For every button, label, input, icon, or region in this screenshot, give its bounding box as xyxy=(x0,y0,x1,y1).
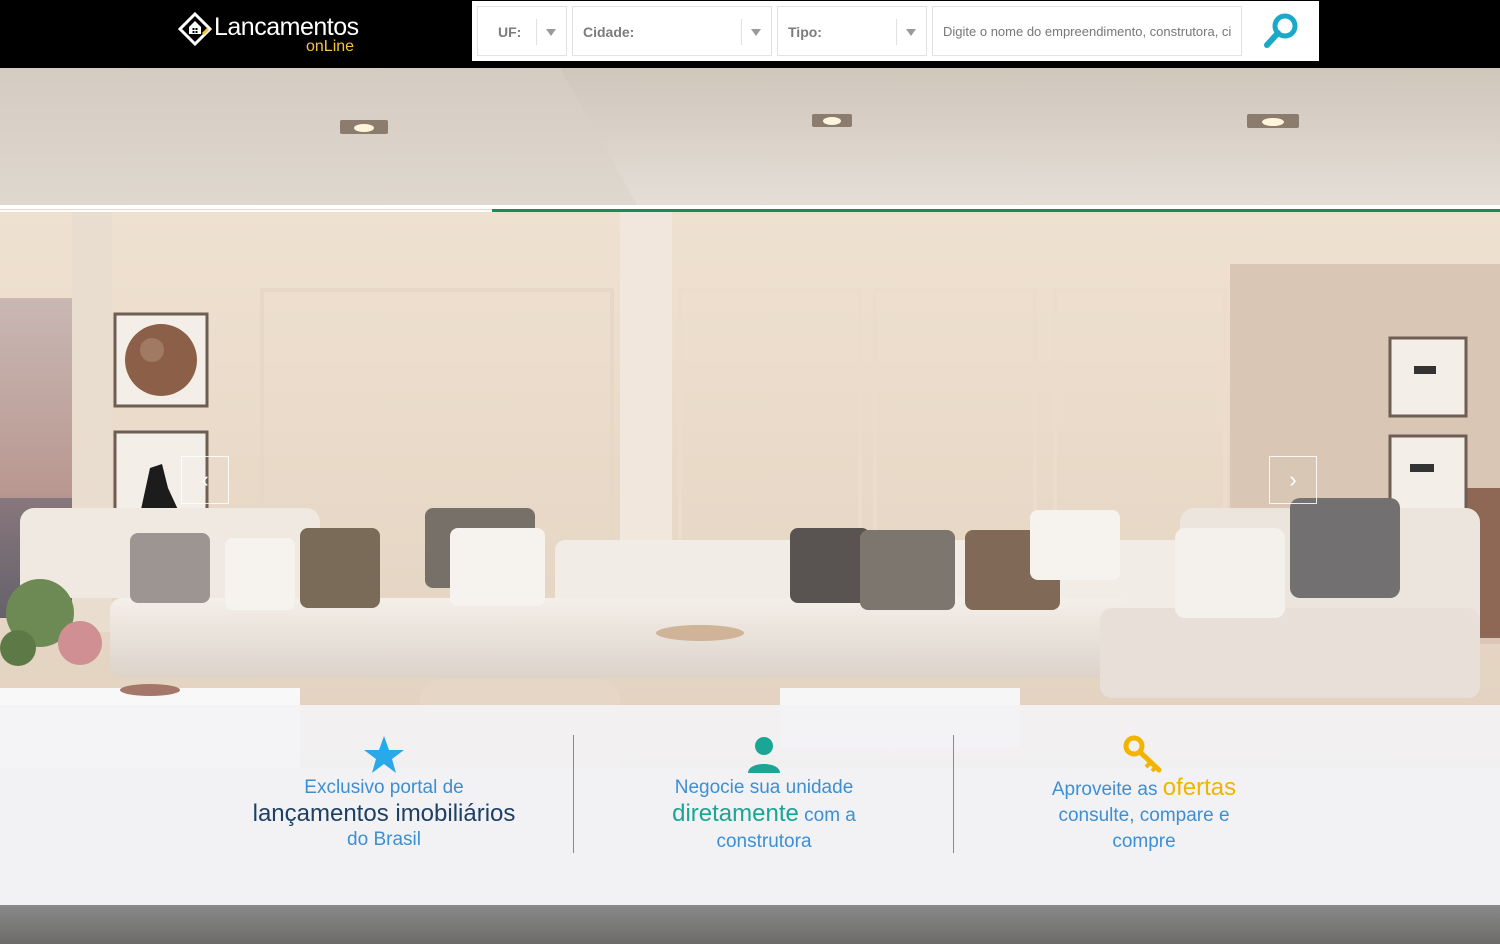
chevron-down-icon xyxy=(536,19,566,45)
feature-exclusive-line1: Exclusivo portal de xyxy=(304,777,464,798)
star-icon xyxy=(364,736,404,773)
hero-carousel: ‹ › Exclusivo portal de lançamentos imob… xyxy=(0,68,1500,905)
feature-exclusive-portal: Exclusivo portal de lançamentos imobiliá… xyxy=(194,705,574,905)
top-navbar: Lancamentos onLine UF: Cidade: Tipo: xyxy=(0,0,1500,68)
feature-offers-highlight: ofertas xyxy=(1162,774,1237,801)
next-section-edge xyxy=(0,905,1500,944)
search-icon xyxy=(1264,13,1298,48)
search-input[interactable] xyxy=(932,6,1242,56)
carousel-prev-button[interactable]: ‹ xyxy=(181,456,229,504)
search-button[interactable] xyxy=(1252,6,1312,56)
feature-exclusive-highlight: lançamentos imobiliários xyxy=(252,800,516,827)
features-band: Exclusivo portal de lançamentos imobiliá… xyxy=(0,705,1500,905)
feature-negotiate-line2: diretamente com a xyxy=(574,801,954,829)
carousel-next-button[interactable]: › xyxy=(1269,456,1317,504)
feature-negotiate: Negocie sua unidade diretamente com a co… xyxy=(574,705,954,905)
cidade-select-label: Cidade: xyxy=(583,24,635,40)
chevron-down-icon xyxy=(896,19,926,45)
chevron-down-icon xyxy=(741,19,771,45)
house-diamond-icon xyxy=(178,12,212,46)
search-bar: UF: Cidade: Tipo: xyxy=(472,1,1319,61)
feature-offers-text: Aproveite as ofertas consulte, compare e… xyxy=(954,775,1334,855)
tipo-select[interactable]: Tipo: xyxy=(777,6,927,56)
uf-select-label: UF: xyxy=(498,24,522,40)
feature-negotiate-after: com a xyxy=(798,805,856,826)
feature-exclusive-line3: do Brasil xyxy=(347,829,421,850)
feature-offers-line3: compre xyxy=(1112,831,1176,852)
feature-offers: Aproveite as ofertas consulte, compare e… xyxy=(954,705,1334,905)
key-icon xyxy=(1123,735,1162,773)
feature-negotiate-text: Negocie sua unidade diretamente com a co… xyxy=(574,775,954,855)
feature-offers-prefix: Aproveite as xyxy=(1051,779,1163,800)
user-icon xyxy=(748,737,780,773)
feature-negotiate-highlight: diretamente xyxy=(672,800,799,827)
tipo-select-label: Tipo: xyxy=(788,24,822,40)
feature-offers-line2: consulte, compare e xyxy=(1058,805,1230,826)
feature-negotiate-line3: construtora xyxy=(716,831,812,852)
cidade-select[interactable]: Cidade: xyxy=(572,6,772,56)
site-logo[interactable]: Lancamentos onLine xyxy=(178,10,368,58)
feature-negotiate-line1: Negocie sua unidade xyxy=(674,777,854,798)
logo-subtitle: onLine xyxy=(306,38,355,55)
feature-offers-line1: Aproveite as ofertas xyxy=(954,775,1334,803)
uf-select[interactable]: UF: xyxy=(477,6,567,56)
feature-exclusive-text: Exclusivo portal de lançamentos imobiliá… xyxy=(194,775,574,853)
